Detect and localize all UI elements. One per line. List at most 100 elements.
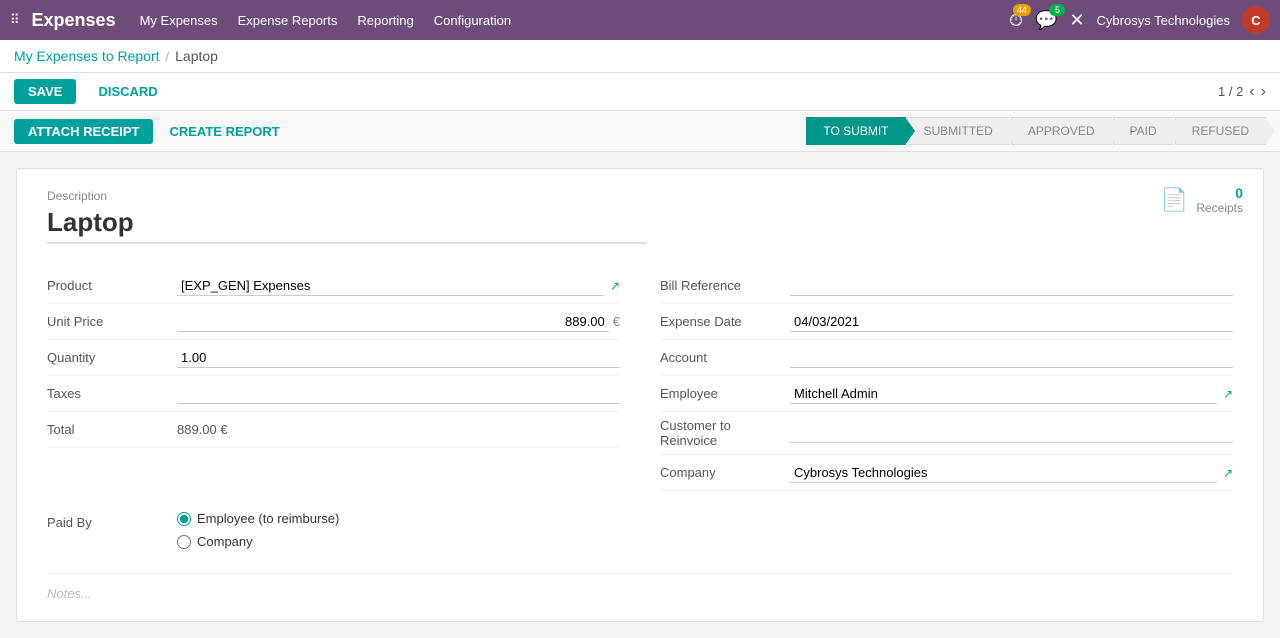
product-select[interactable]: [EXP_GEN] Expenses	[177, 276, 604, 296]
discard-button[interactable]: DISCARD	[84, 79, 171, 104]
unit-price-value: €	[177, 312, 620, 332]
total-label: Total	[47, 422, 177, 437]
total-value: 889.00 €	[177, 422, 620, 437]
nav-links: My Expenses Expense Reports Reporting Co…	[140, 13, 1009, 28]
status-to-submit[interactable]: TO SUBMIT	[806, 117, 905, 145]
paid-by-section: Paid By Employee (to reimburse) Company	[47, 511, 1233, 549]
paid-by-company-label: Company	[197, 534, 253, 549]
nav-reporting[interactable]: Reporting	[357, 13, 413, 28]
create-report-button[interactable]: CREATE REPORT	[161, 119, 287, 144]
form-left: Product [EXP_GEN] Expenses ↗ Unit Price	[47, 268, 620, 491]
customer-reinvoice-label: Customer to Reinvoice	[660, 418, 790, 448]
status-submitted[interactable]: SUBMITTED	[907, 117, 1010, 145]
description-label: Description	[47, 189, 1233, 203]
customer-reinvoice-select[interactable]	[790, 423, 1233, 443]
avatar[interactable]: C	[1242, 6, 1270, 34]
taxes-label: Taxes	[47, 386, 177, 401]
bill-ref-input[interactable]	[790, 276, 1233, 296]
status-refused[interactable]: REFUSED	[1175, 117, 1266, 145]
receipt-icon: 📄	[1161, 187, 1188, 213]
alerts-button[interactable]: ⏱44	[1009, 10, 1023, 31]
notes-area[interactable]: Notes...	[47, 573, 1233, 601]
paid-by-label: Paid By	[47, 515, 177, 530]
pager-prev[interactable]: ‹	[1249, 83, 1254, 101]
app-grid-icon[interactable]: ⠿	[10, 12, 20, 28]
total-amount: 889.00 €	[177, 422, 228, 437]
breadcrumb-parent[interactable]: My Expenses to Report	[14, 48, 160, 64]
receipts-info: 0 Receipts	[1196, 185, 1243, 215]
save-button[interactable]: SAVE	[14, 79, 76, 104]
employee-value: Mitchell Admin ↗	[790, 384, 1233, 404]
account-select[interactable]	[790, 348, 1233, 368]
customer-reinvoice-value	[790, 423, 1233, 443]
description-input[interactable]	[47, 207, 647, 244]
bill-ref-value	[790, 276, 1233, 296]
paid-by-employee-option[interactable]: Employee (to reimburse)	[177, 511, 339, 526]
product-value: [EXP_GEN] Expenses ↗	[177, 276, 620, 296]
product-external-icon[interactable]: ↗	[610, 279, 620, 293]
customer-reinvoice-row: Customer to Reinvoice	[660, 412, 1233, 455]
company-select[interactable]: Cybrosys Technologies	[790, 463, 1217, 483]
quantity-input[interactable]	[177, 348, 620, 368]
unit-price-label: Unit Price	[47, 314, 177, 329]
employee-label: Employee	[660, 386, 790, 401]
employee-external-icon[interactable]: ↗	[1223, 387, 1233, 401]
toolbar: SAVE DISCARD 1 / 2 ‹ ›	[0, 73, 1280, 111]
company-row: Company Cybrosys Technologies ↗	[660, 455, 1233, 491]
settings-button[interactable]: ✕	[1069, 10, 1084, 31]
messages-button[interactable]: 💬5	[1035, 10, 1057, 31]
quantity-row: Quantity	[47, 340, 620, 376]
receipts-area[interactable]: 📄 0 Receipts	[1161, 185, 1243, 215]
employee-row: Employee Mitchell Admin ↗	[660, 376, 1233, 412]
bill-ref-row: Bill Reference	[660, 268, 1233, 304]
quantity-value	[177, 348, 620, 368]
expense-date-row: Expense Date 04/03/2021	[660, 304, 1233, 340]
product-label: Product	[47, 278, 177, 293]
status-paid[interactable]: PAID	[1113, 117, 1174, 145]
taxes-row: Taxes	[47, 376, 620, 412]
status-approved[interactable]: APPROVED	[1011, 117, 1112, 145]
company-name: Cybrosys Technologies	[1097, 13, 1230, 28]
unit-price-row: Unit Price €	[47, 304, 620, 340]
messages-badge: 5	[1049, 4, 1065, 16]
notes-placeholder: Notes...	[47, 586, 92, 601]
paid-by-radio-group: Employee (to reimburse) Company	[177, 511, 339, 549]
paid-by-company-radio[interactable]	[177, 535, 191, 549]
top-nav: ⠿ Expenses My Expenses Expense Reports R…	[0, 0, 1280, 40]
pager-next[interactable]: ›	[1261, 83, 1266, 101]
receipts-label: Receipts	[1196, 201, 1243, 215]
nav-my-expenses[interactable]: My Expenses	[140, 13, 218, 28]
company-external-icon[interactable]: ↗	[1223, 466, 1233, 480]
paid-by-row: Paid By Employee (to reimburse) Company	[47, 511, 1233, 549]
employee-select[interactable]: Mitchell Admin	[790, 384, 1217, 404]
form-grid: Product [EXP_GEN] Expenses ↗ Unit Price	[47, 268, 1233, 491]
breadcrumb-separator: /	[166, 49, 170, 64]
account-row: Account	[660, 340, 1233, 376]
bill-ref-label: Bill Reference	[660, 278, 790, 293]
expense-date-label: Expense Date	[660, 314, 790, 329]
total-row: Total 889.00 €	[47, 412, 620, 448]
action-bar: ATTACH RECEIPT CREATE REPORT TO SUBMIT S…	[0, 111, 1280, 152]
nav-configuration[interactable]: Configuration	[434, 13, 511, 28]
account-value	[790, 348, 1233, 368]
taxes-select[interactable]	[177, 384, 620, 404]
attach-receipt-button[interactable]: ATTACH RECEIPT	[14, 119, 153, 144]
quantity-label: Quantity	[47, 350, 177, 365]
pager-text: 1 / 2	[1218, 84, 1243, 99]
currency-symbol: €	[613, 314, 620, 329]
pager: 1 / 2 ‹ ›	[1218, 83, 1266, 101]
expense-date-select[interactable]: 04/03/2021	[790, 312, 1233, 332]
paid-by-employee-radio[interactable]	[177, 512, 191, 526]
paid-by-company-option[interactable]: Company	[177, 534, 339, 549]
form-card: 📄 0 Receipts Description Product [EXP_GE…	[16, 168, 1264, 622]
breadcrumb-current: Laptop	[175, 48, 218, 64]
unit-price-input[interactable]	[177, 312, 609, 332]
main-content: 📄 0 Receipts Description Product [EXP_GE…	[0, 152, 1280, 638]
nav-expense-reports[interactable]: Expense Reports	[238, 13, 338, 28]
breadcrumb: My Expenses to Report / Laptop	[0, 40, 1280, 73]
company-value: Cybrosys Technologies ↗	[790, 463, 1233, 483]
app-title: Expenses	[32, 10, 116, 31]
product-row: Product [EXP_GEN] Expenses ↗	[47, 268, 620, 304]
expense-date-value: 04/03/2021	[790, 312, 1233, 332]
form-right: Bill Reference Expense Date 04/03/2021 A…	[660, 268, 1233, 491]
